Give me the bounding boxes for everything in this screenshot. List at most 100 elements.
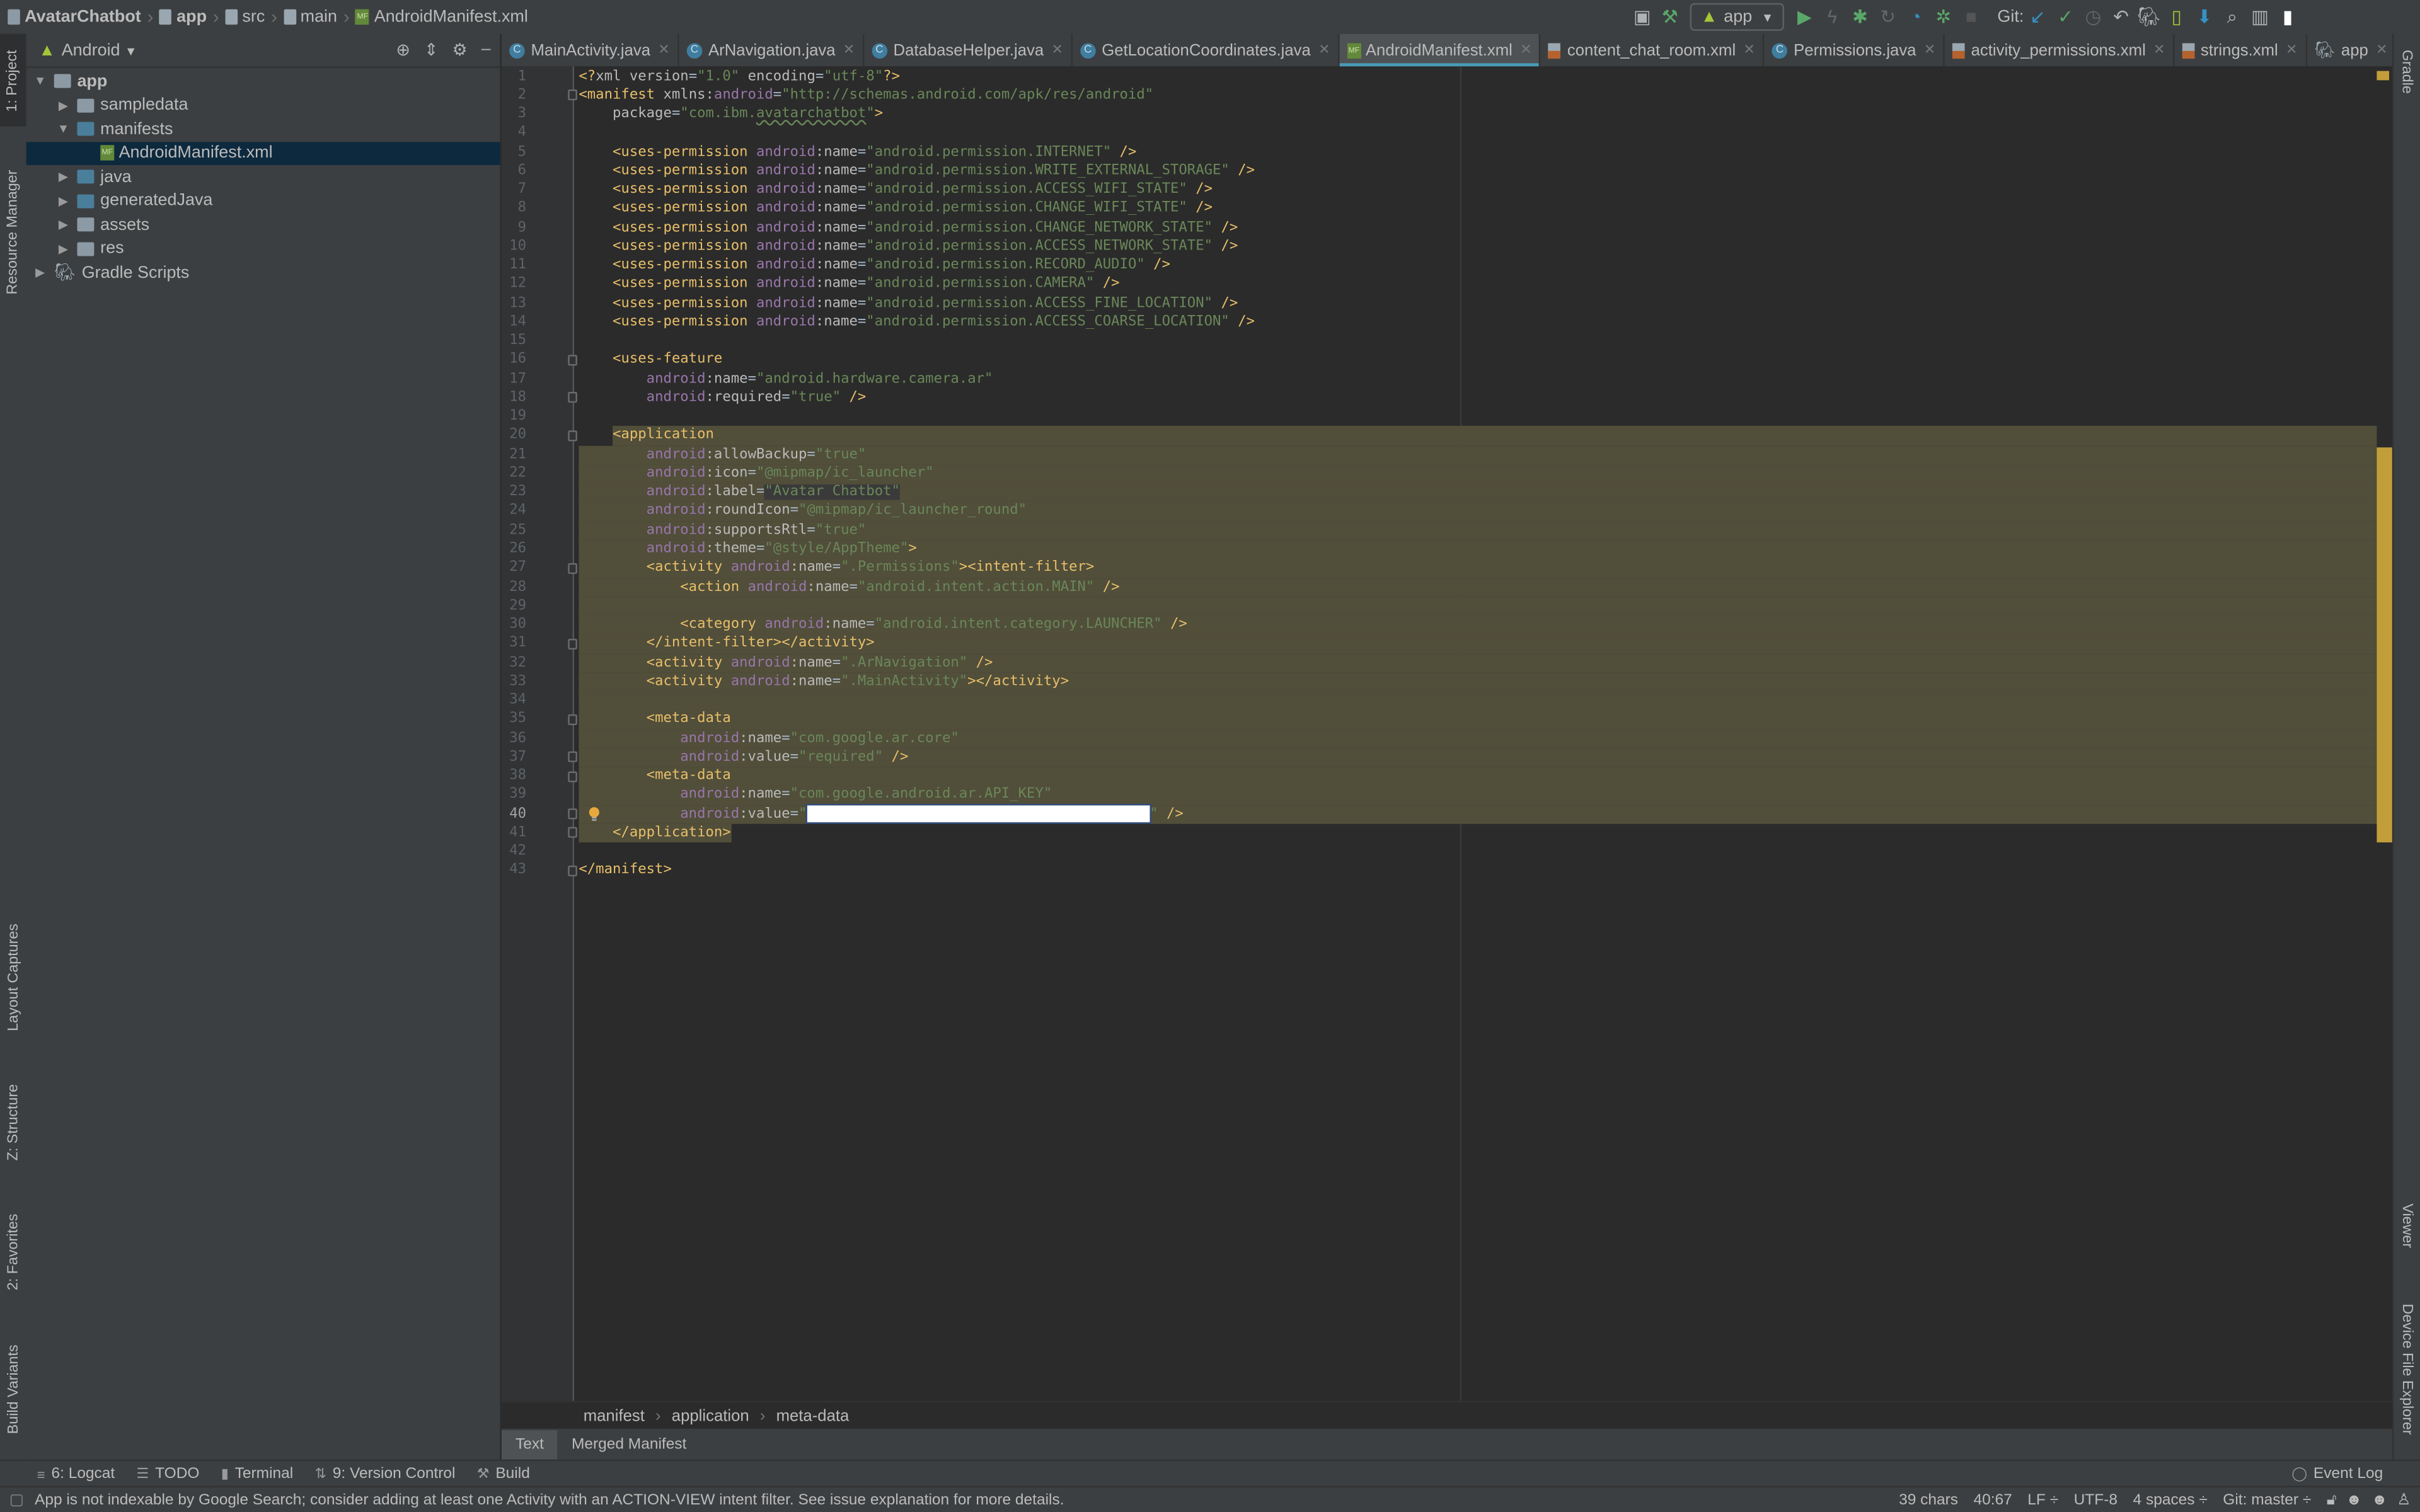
line-text[interactable]: <activity android:name=".ArNavigation" /… [579,653,2377,673]
line-text[interactable]: <uses-permission android:name="android.p… [579,256,2377,275]
git-branch[interactable]: Git: master ÷ [2223,1492,2311,1509]
code-line[interactable]: 35 <meta-data [502,710,2392,730]
tool-project[interactable]: 1: Project [0,33,26,127]
tool-structure[interactable]: Z: Structure [0,1068,26,1176]
close-icon[interactable]: ✕ [2376,42,2387,59]
line-text[interactable] [579,332,2377,351]
tab-text[interactable]: Text [501,1430,558,1460]
line-text[interactable]: <action android:name="android.intent.act… [579,578,2377,597]
code-line[interactable]: 36 android:name="com.google.ar.core" [502,729,2392,748]
git-history-icon[interactable]: ◷ [2080,3,2107,31]
breadcrumb-file[interactable]: MF AndroidManifest.xml [355,0,528,34]
code-editor[interactable]: 1 <?xml version="1.0" encoding="utf-8"?> 2… [501,66,2392,1401]
expanded-arrow-icon[interactable]: ▼ [55,122,71,136]
tab-permissions-java[interactable]: C Permissions.java ✕ [1765,33,1945,67]
tree-item-gradle-scripts[interactable]: ▶ 🐘︎ Gradle Scripts [26,261,500,285]
code-line[interactable]: 21 android:allowBackup="true" [502,445,2392,464]
code-line[interactable]: 9 <uses-permission android:name="android… [502,219,2392,238]
lock-icon[interactable]: 🔓︎ [2327,1492,2337,1509]
tool-terminal[interactable]: ▮ Terminal [221,1466,293,1483]
code-line[interactable]: 18 android:required="true" /> [502,389,2392,408]
tool-event-log[interactable]: ◯ Event Log [2291,1466,2383,1483]
code-line[interactable]: 16 <uses-feature [502,351,2392,370]
tree-item-androidmanifest-xml[interactable]: MF AndroidManifest.xml [26,141,500,166]
tab-databasehelper-java[interactable]: C DatabaseHelper.java ✕ [864,33,1073,67]
line-text[interactable]: android:allowBackup="true" [579,445,2377,464]
close-icon[interactable]: ✕ [658,42,669,59]
debug-icon[interactable]: ✱ [1846,3,1874,31]
collapse-all-icon[interactable]: ⇕ [424,40,439,60]
project-view-select[interactable]: Android ▼ [62,41,137,59]
line-text[interactable]: <application [579,426,2377,445]
tab-mainactivity-java[interactable]: C MainActivity.java ✕ [502,33,679,67]
breadcrumb-src[interactable]: src › [225,0,283,34]
line-text[interactable]: <meta-data [579,767,2377,786]
close-icon[interactable]: ✕ [2153,42,2165,59]
line-text[interactable] [579,691,2377,711]
tree-item-sampledata[interactable]: ▶ sampledata [26,93,500,117]
collapsed-arrow-icon[interactable]: ▶ [55,98,71,112]
coverage-icon[interactable]: ✲ [1930,3,1957,31]
close-icon[interactable]: ✕ [1318,42,1330,59]
code-line[interactable]: 12 <uses-permission android:name="androi… [502,275,2392,294]
project-structure-icon[interactable]: ▥ [2246,3,2274,31]
hammer-icon[interactable]: ⚒ [1656,3,1684,31]
tab-merged-manifest[interactable]: Merged Manifest [558,1430,700,1460]
code-line[interactable]: 32 <activity android:name=".ArNavigation… [502,653,2392,673]
code-line[interactable]: 11 <uses-permission android:name="androi… [502,256,2392,275]
git-commit-icon[interactable]: ✓ [2051,3,2079,31]
code-line[interactable]: 13 <uses-permission android:name="androi… [502,294,2392,313]
lightbulb-icon[interactable] [588,806,601,822]
stop-icon[interactable]: ■ [1957,3,1985,31]
code-line[interactable]: 29 [502,597,2392,616]
avd-manager-icon[interactable]: ▯ [2163,3,2191,31]
line-text[interactable] [579,408,2377,427]
code-line[interactable]: 22 android:icon="@mipmap/ic_launcher" [502,464,2392,484]
close-icon[interactable]: ✕ [843,42,855,59]
git-update-icon[interactable]: ↙ [2024,3,2051,31]
tool-resource-manager[interactable]: Resource Manager [0,154,26,309]
code-line[interactable]: 3 package="com.ibm.avatarchatbot"> [502,105,2392,124]
scrollbar-selection-marker[interactable] [2377,447,2392,843]
tool-build-variants[interactable]: Build Variants [0,1327,26,1450]
line-text[interactable]: <manifest xmlns:android="http://schemas.… [579,86,2377,105]
line-text[interactable]: android:name="com.google.android.ar.API_… [579,786,2377,805]
tool-favorites[interactable]: 2: Favorites [0,1197,26,1305]
line-text[interactable] [579,597,2377,616]
attach-debugger-icon[interactable]: ↻ [1874,3,1901,31]
tab-strings-xml[interactable]: strings.xml ✕ [2174,33,2307,67]
line-text[interactable]: package="com.ibm.avatarchatbot"> [579,105,2377,124]
expanded-arrow-icon[interactable]: ▼ [32,74,47,88]
code-line[interactable]: 24 android:roundIcon="@mipmap/ic_launche… [502,502,2392,522]
code-line[interactable]: 28 <action android:name="android.intent.… [502,578,2392,597]
code-line[interactable]: 25 android:supportsRtl="true" [502,521,2392,541]
xml-crumb-manifest[interactable]: manifest [584,1406,645,1424]
line-text[interactable] [579,124,2377,143]
close-icon[interactable]: ✕ [1051,42,1063,59]
close-icon[interactable]: ✕ [1520,42,1531,59]
line-text[interactable]: <uses-permission android:name="android.p… [579,313,2377,332]
line-text[interactable]: <uses-permission android:name="android.p… [579,219,2377,238]
line-text[interactable]: <uses-permission android:name="android.p… [579,275,2377,294]
tool-gradle[interactable]: Gradle [2394,40,2420,102]
indent-setting[interactable]: 4 spaces ÷ [2133,1492,2208,1509]
caret-position[interactable]: 40:67 [1974,1492,2012,1509]
file-encoding[interactable]: UTF-8 [2074,1492,2118,1509]
code-line[interactable]: 30 <category android:name="android.inten… [502,616,2392,635]
collapsed-arrow-icon[interactable]: ▶ [55,194,71,208]
tree-item-assets[interactable]: ▶ assets [26,213,500,237]
code-line[interactable]: 6 <uses-permission android:name="android… [502,162,2392,181]
code-line[interactable]: 38 <meta-data [502,767,2392,786]
code-line[interactable]: 33 <activity android:name=".MainActivity… [502,672,2392,692]
run-configuration-select[interactable]: ▲ app ▼ [1690,3,1785,31]
code-line[interactable]: 39 android:name="com.google.android.ar.A… [502,786,2392,805]
line-text[interactable]: </application> [579,823,2377,843]
tool-logcat[interactable]: ≡ 6: Logcat [37,1466,115,1483]
code-line[interactable]: 5 <uses-permission android:name="android… [502,143,2392,162]
line-text[interactable]: <uses-permission android:name="android.p… [579,181,2377,200]
tool-version-control[interactable]: ⇅ 9: Version Control [315,1466,456,1483]
terminal-icon[interactable]: ▣ [1628,3,1656,31]
breadcrumb-project[interactable]: AvatarChatbot › [8,0,159,34]
close-icon[interactable]: ✕ [2286,42,2297,59]
notifications-icon[interactable]: ♙ [2397,1492,2411,1509]
